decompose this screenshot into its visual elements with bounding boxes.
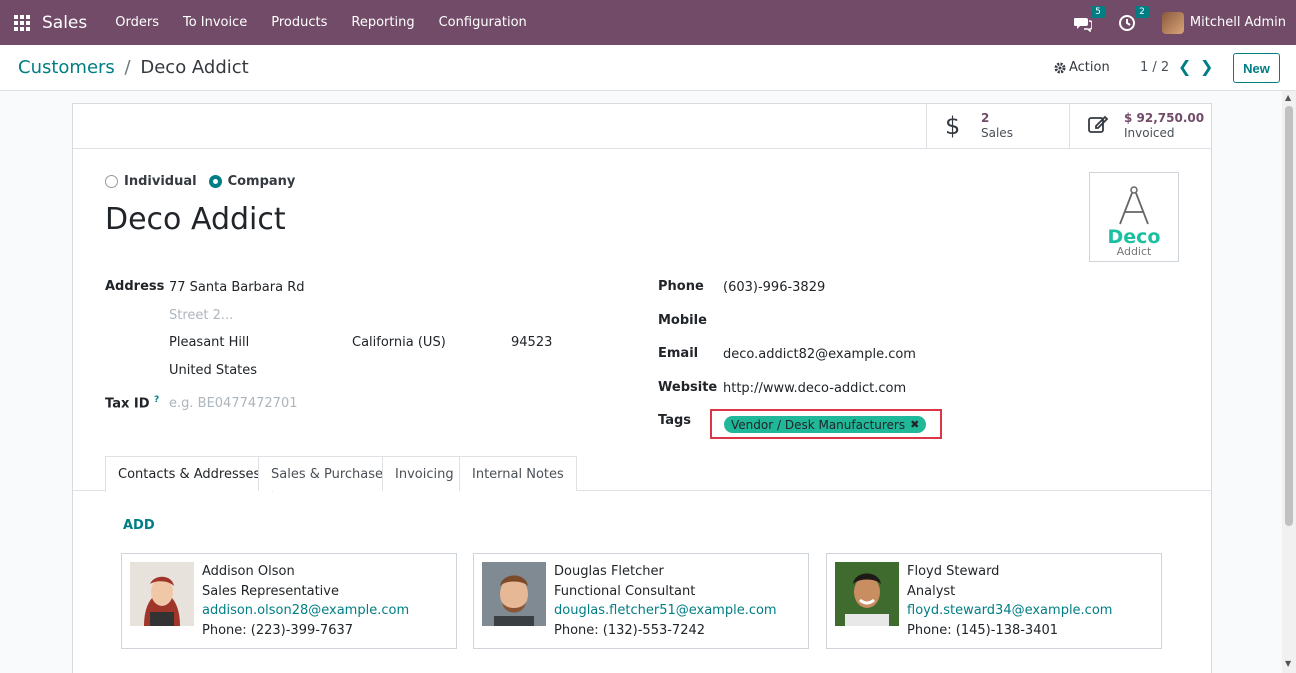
tab-internal-notes[interactable]: Internal Notes	[459, 456, 577, 491]
edit-invoice-icon	[1088, 112, 1116, 140]
activities-badge: 2	[1135, 5, 1149, 18]
add-contact-button[interactable]: ADD	[123, 518, 155, 533]
tag-chip: Vendor / Desk Manufacturers ✖	[724, 416, 927, 433]
sales-count: 2	[981, 111, 990, 125]
tab-contacts-addresses[interactable]: Contacts & Addresses	[105, 456, 274, 492]
contact-card[interactable]: Floyd Steward Analyst floyd.steward34@ex…	[826, 553, 1162, 649]
activities-clock-icon[interactable]: 2	[1118, 5, 1149, 32]
menu-configuration[interactable]: Configuration	[427, 15, 539, 30]
form-sheet: $ 2 Sales $ 92,750.00 Invoiced Individua…	[72, 103, 1212, 673]
scroll-up-icon[interactable]: ▲	[1285, 93, 1291, 102]
street-field[interactable]: 77 Santa Barbara Rd	[169, 280, 305, 295]
breadcrumb-separator: /	[124, 57, 131, 78]
breadcrumb: Customers / Deco Addict	[18, 57, 249, 78]
tax-id-label: Tax ID ?	[105, 395, 160, 412]
contact-photo	[130, 562, 194, 626]
email-label: Email	[658, 346, 699, 361]
contact-role: Sales Representative	[202, 584, 339, 599]
contact-card[interactable]: Addison Olson Sales Representative addis…	[121, 553, 457, 649]
company-radio[interactable]	[208, 175, 222, 188]
logo-subword: Addict	[1116, 245, 1152, 258]
address-label: Address	[105, 279, 165, 294]
notebook-tabs: Contacts & Addresses Sales & Purchase In…	[73, 456, 1211, 492]
scroll-down-icon[interactable]: ▼	[1285, 659, 1291, 668]
invoiced-label: Invoiced	[1124, 126, 1175, 140]
individual-radio[interactable]	[105, 175, 118, 188]
website-field[interactable]: http://www.deco-addict.com	[723, 381, 906, 396]
state-field[interactable]: California (US)	[352, 335, 446, 350]
invoiced-smart-button[interactable]: $ 92,750.00 Invoiced	[1069, 104, 1211, 148]
contact-role: Analyst	[907, 584, 956, 599]
app-grid-icon[interactable]	[14, 14, 30, 31]
contact-card[interactable]: Douglas Fletcher Functional Consultant d…	[473, 553, 809, 649]
breadcrumb-current: Deco Addict	[140, 57, 249, 78]
company-type-radio-group: Individual Company	[105, 174, 307, 189]
menu-products[interactable]: Products	[259, 15, 339, 30]
company-name-field[interactable]: Deco Addict	[105, 202, 286, 237]
contact-photo	[835, 562, 899, 626]
sales-smart-button[interactable]: $ 2 Sales	[926, 104, 1069, 148]
control-panel: Customers / Deco Addict Action 1 / 2 ❮ ❯…	[0, 45, 1296, 91]
tab-sales-purchase[interactable]: Sales & Purchase	[258, 456, 397, 491]
dollar-icon: $	[945, 112, 961, 140]
messages-icon[interactable]: 5	[1071, 5, 1105, 33]
menu-to-invoice[interactable]: To Invoice	[171, 15, 259, 30]
user-avatar[interactable]	[1161, 11, 1184, 34]
street2-field[interactable]: Street 2...	[169, 308, 233, 323]
mobile-label: Mobile	[658, 313, 707, 328]
action-button[interactable]: Action	[1054, 60, 1110, 75]
smart-button-bar: $ 2 Sales $ 92,750.00 Invoiced	[73, 104, 1211, 149]
contact-phone: Phone: (132)-553-7242	[554, 623, 706, 638]
action-label: Action	[1069, 60, 1110, 75]
new-button[interactable]: New	[1233, 53, 1280, 83]
tags-label: Tags	[658, 413, 692, 428]
chevron-right-icon[interactable]: ❯	[1200, 57, 1213, 76]
menu-orders[interactable]: Orders	[103, 15, 171, 30]
chevron-left-icon[interactable]: ❮	[1178, 57, 1191, 76]
contact-name: Douglas Fletcher	[554, 564, 664, 579]
tag-remove-icon[interactable]: ✖	[910, 418, 919, 431]
phone-label: Phone	[658, 279, 704, 294]
phone-field[interactable]: (603)-996-3829	[723, 280, 825, 295]
scrollbar-thumb[interactable]	[1285, 106, 1293, 526]
menu-reporting[interactable]: Reporting	[339, 15, 426, 30]
contact-email[interactable]: floyd.steward34@example.com	[907, 603, 1112, 618]
logo-word: Deco	[1107, 226, 1161, 248]
user-name[interactable]: Mitchell Admin	[1190, 15, 1286, 30]
tags-field[interactable]: Vendor / Desk Manufacturers ✖	[710, 409, 942, 439]
city-field[interactable]: Pleasant Hill	[169, 335, 249, 350]
sales-label: Sales	[981, 126, 1013, 140]
invoiced-amount: $ 92,750.00	[1124, 111, 1205, 125]
contact-email[interactable]: addison.olson28@example.com	[202, 603, 409, 618]
zip-field[interactable]: 94523	[511, 335, 552, 350]
tag-label: Vendor / Desk Manufacturers	[731, 417, 906, 432]
compass-logo-icon	[1119, 186, 1149, 225]
contact-name: Addison Olson	[202, 564, 295, 579]
contact-phone: Phone: (223)-399-7637	[202, 623, 354, 638]
messages-badge: 5	[1091, 5, 1105, 18]
tab-invoicing[interactable]: Invoicing	[382, 456, 467, 491]
pager-value[interactable]: 1 / 2	[1140, 60, 1169, 75]
contact-role: Functional Consultant	[554, 584, 696, 599]
page-scrollbar[interactable]: ▲ ▼	[1282, 91, 1296, 673]
gear-icon	[1054, 62, 1066, 73]
breadcrumb-customers[interactable]: Customers	[18, 57, 115, 78]
company-logo[interactable]: Deco Addict	[1089, 172, 1179, 262]
individual-label[interactable]: Individual	[124, 174, 197, 189]
app-name[interactable]: Sales	[42, 13, 87, 33]
contact-phone: Phone: (145)-138-3401	[907, 623, 1059, 638]
contact-photo	[482, 562, 546, 626]
company-label[interactable]: Company	[228, 174, 296, 189]
tax-id-field[interactable]: e.g. BE0477472701	[169, 396, 298, 411]
contact-email[interactable]: douglas.fletcher51@example.com	[554, 603, 777, 618]
country-field[interactable]: United States	[169, 363, 257, 378]
top-navbar: Sales Orders To Invoice Products Reporti…	[0, 0, 1296, 45]
help-icon[interactable]: ?	[154, 395, 159, 405]
contact-name: Floyd Steward	[907, 564, 1000, 579]
email-field[interactable]: deco.addict82@example.com	[723, 347, 916, 362]
website-label: Website	[658, 380, 718, 395]
